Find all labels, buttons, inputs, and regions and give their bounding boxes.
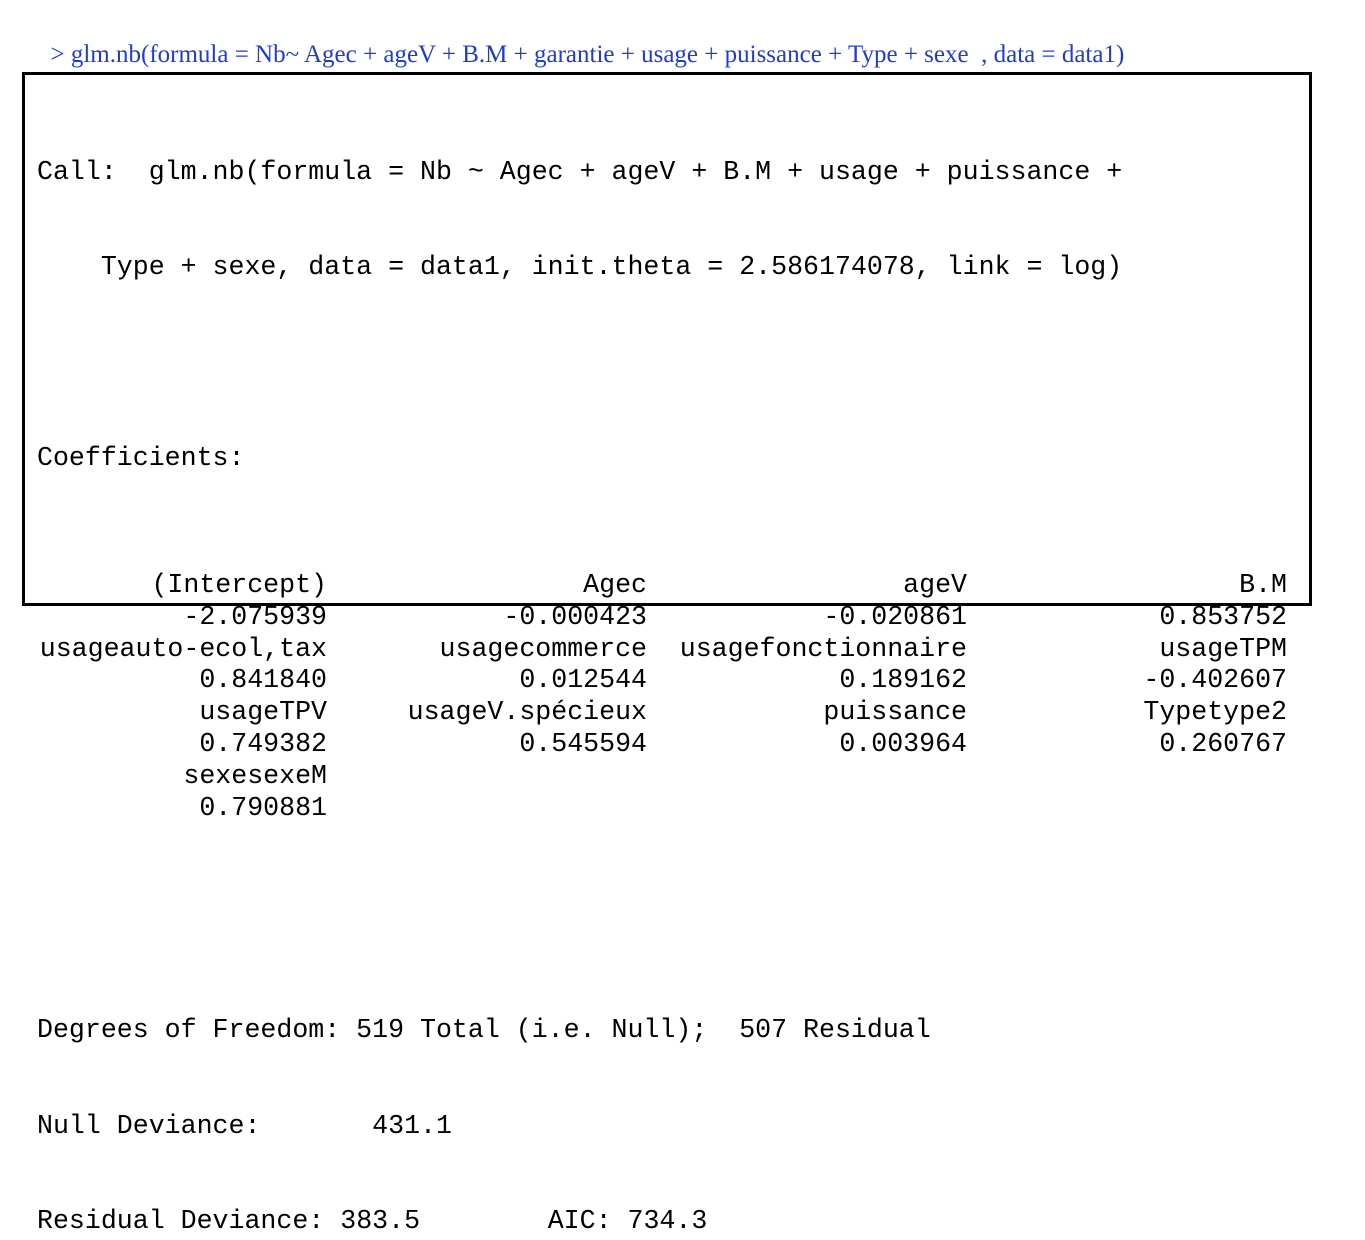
coef-value: 0.003964 <box>839 728 967 759</box>
coef-value-row: 0.841840 0.012544 0.189162 -0.402607 <box>37 665 1287 697</box>
coef-value-row: 0.749382 0.545594 0.003964 0.260767 <box>37 729 1287 761</box>
coef-name-row: sexesexeM <box>37 761 1287 793</box>
coef-name: usageV.spécieux <box>407 697 647 728</box>
coef-name: B.M <box>1239 569 1287 600</box>
coef-value <box>967 793 1287 825</box>
coef-value-row: -2.075939 -0.000423 -0.020861 0.853752 <box>37 602 1287 634</box>
coef-value: 0.189162 <box>839 665 967 696</box>
aic-label: AIC: <box>547 1205 612 1236</box>
coef-name: Agec <box>583 569 647 600</box>
coef-name: sexesexeM <box>183 760 327 791</box>
degrees-of-freedom-line: Degrees of Freedom: 519 Total (i.e. Null… <box>37 1015 931 1046</box>
null-deviance-label: Null Deviance: <box>37 1110 261 1141</box>
coef-name: ageV <box>903 569 967 600</box>
coef-name <box>967 761 1287 793</box>
coef-name: usageTPV <box>199 697 327 728</box>
coef-value: -0.020861 <box>823 601 967 632</box>
call-line-1: Call: glm.nb(formula = Nb ~ Agec + ageV … <box>37 156 1123 187</box>
r-command-text: > glm.nb(formula = Nb~ Agec + ageV + B.M… <box>50 41 1125 68</box>
coef-value: -0.402607 <box>1143 665 1287 696</box>
coef-value <box>327 793 647 825</box>
coef-value: 0.790881 <box>199 792 327 823</box>
coef-value <box>647 793 967 825</box>
coef-name: puissance <box>823 697 967 728</box>
null-deviance-value: 431.1 <box>372 1110 452 1141</box>
coef-name: Typetype2 <box>1143 697 1287 728</box>
coef-value: 0.749382 <box>199 728 327 759</box>
coef-value: 0.853752 <box>1159 601 1287 632</box>
coef-value: 0.260767 <box>1159 728 1287 759</box>
coef-value: 0.545594 <box>519 728 647 759</box>
r-output-text: Call: glm.nb(formula = Nb ~ Agec + ageV … <box>37 93 1287 1240</box>
aic-value: 734.3 <box>627 1205 708 1236</box>
residual-deviance-value: 383.5 <box>340 1205 421 1236</box>
r-command-line: > glm.nb(formula = Nb~ Agec + ageV + B.M… <box>38 4 1125 72</box>
coef-name <box>327 761 647 793</box>
coef-name <box>647 761 967 793</box>
null-deviance-line: Null Deviance: 431.1 <box>37 1111 1287 1143</box>
r-output-panel: Call: glm.nb(formula = Nb ~ Agec + ageV … <box>22 72 1312 1236</box>
coef-name: (Intercept) <box>151 569 327 600</box>
call-line-2: Type + sexe, data = data1, init.theta = … <box>37 251 1123 282</box>
coef-name-row: (Intercept) Agec ageV B.M <box>37 570 1287 602</box>
coef-name: usageTPM <box>1159 633 1287 664</box>
coef-value: -2.075939 <box>183 601 327 632</box>
coef-name: usageauto-ecol,tax <box>39 633 327 664</box>
coef-name: usagecommerce <box>439 633 647 664</box>
coef-value: -0.000423 <box>503 601 647 632</box>
coef-value-row: 0.790881 <box>37 793 1287 825</box>
residual-deviance-label: Residual Deviance: <box>37 1205 325 1236</box>
coef-name-row: usageauto-ecol,tax usagecommerce usagefo… <box>37 634 1287 666</box>
residual-deviance-line: Residual Deviance: 383.5 AIC: 734.3 <box>37 1206 1287 1238</box>
coef-value: 0.841840 <box>199 665 327 696</box>
coefficients-header: Coefficients: <box>37 442 245 473</box>
coef-name-row: usageTPV usageV.spécieux puissance Typet… <box>37 697 1287 729</box>
coef-value: 0.012544 <box>519 665 647 696</box>
coef-name: usagefonctionnaire <box>679 633 967 664</box>
coefficients-table: (Intercept) Agec ageV B.M -2.075939 -0.0… <box>37 570 1287 824</box>
